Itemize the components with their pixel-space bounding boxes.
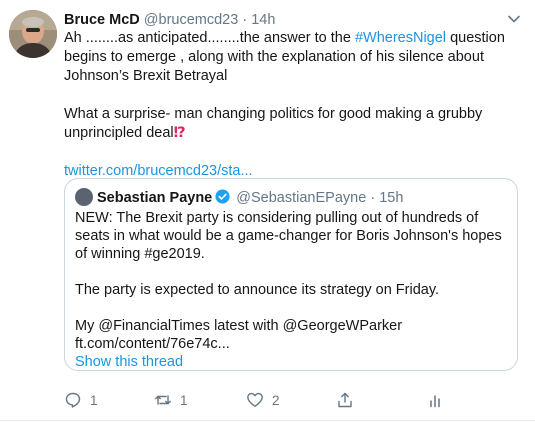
author-handle[interactable]: @brucemcd23 (144, 12, 239, 28)
tweet-card[interactable]: Bruce McD @brucemcd23 · 14h Ah ........a… (0, 0, 535, 423)
tweet-url-link[interactable]: twitter.com/brucemcd23/sta... (64, 163, 253, 179)
quoted-header: Sebastian Payne @SebastianEPayne · 15h (75, 188, 403, 207)
like-button[interactable]: 2 (246, 389, 280, 411)
avatar[interactable] (9, 10, 57, 58)
like-count: 2 (272, 392, 280, 408)
tweet-timestamp[interactable]: 14h (251, 12, 275, 28)
quoted-article-url: ft.com/content/76e74c... (75, 336, 230, 352)
reply-button[interactable]: 1 (64, 389, 98, 411)
quoted-paragraph: The party is expected to announce its st… (75, 282, 440, 298)
author-name[interactable]: Bruce McD (64, 12, 140, 28)
tweet-paragraph: What a surprise- man changing politics f… (64, 106, 483, 141)
tweet-paragraph: Ah ........as anticipated........the ans… (64, 30, 505, 84)
exclamation-question-emoji: ⁉ (173, 125, 186, 141)
quoted-paragraph: My @FinancialTimes latest with @GeorgeWP… (75, 318, 403, 370)
hashtag-link[interactable]: #WheresNigel (355, 30, 446, 46)
share-button[interactable] (336, 389, 354, 411)
quoted-paragraph: NEW: The Brexit party is considering pul… (75, 210, 502, 262)
retweet-count: 1 (180, 392, 188, 408)
quoted-avatar (75, 188, 93, 206)
retweet-icon (155, 395, 171, 405)
analytics-icon (430, 395, 440, 408)
quoted-author-handle: @SebastianEPayne (236, 190, 367, 206)
show-thread-link[interactable]: Show this thread (75, 354, 183, 370)
reply-icon (65, 392, 81, 408)
quoted-tweet[interactable]: Sebastian Payne @SebastianEPayne · 15h N… (64, 178, 518, 371)
tweet-actions: 1 1 2 (64, 389, 484, 411)
heart-icon (247, 392, 263, 407)
quoted-timestamp: 15h (379, 190, 404, 206)
analytics-button[interactable] (426, 389, 444, 411)
tweet-header: Bruce McD @brucemcd23 · 14h (64, 11, 275, 29)
tweet-body: Ah ........as anticipated........the ans… (64, 29, 514, 181)
retweet-button[interactable]: 1 (154, 389, 188, 411)
separator-dot: · (370, 190, 376, 206)
share-icon (338, 392, 352, 408)
separator-dot: · (242, 12, 248, 28)
divider (0, 420, 535, 421)
verified-badge-icon (215, 189, 230, 204)
quoted-author-name: Sebastian Payne (97, 190, 213, 206)
quoted-body: NEW: The Brexit party is considering pul… (75, 209, 511, 371)
reply-count: 1 (90, 392, 98, 408)
chevron-down-icon[interactable] (505, 10, 523, 28)
